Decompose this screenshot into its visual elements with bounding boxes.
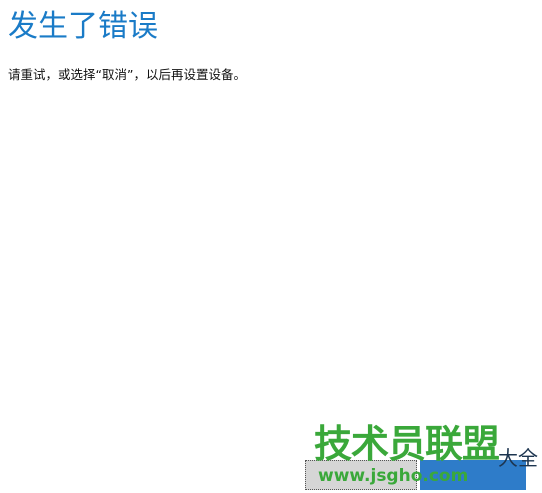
watermark-suffix: 大全 (498, 446, 538, 470)
dialog-title: 发生了错误 (8, 9, 158, 44)
dialog-message: 请重试，或选择“取消”，以后再设置设备。 (8, 67, 246, 82)
watermark-url: www.jsgho.com (318, 466, 469, 486)
watermark-brand: 技术员联盟 (314, 422, 500, 466)
